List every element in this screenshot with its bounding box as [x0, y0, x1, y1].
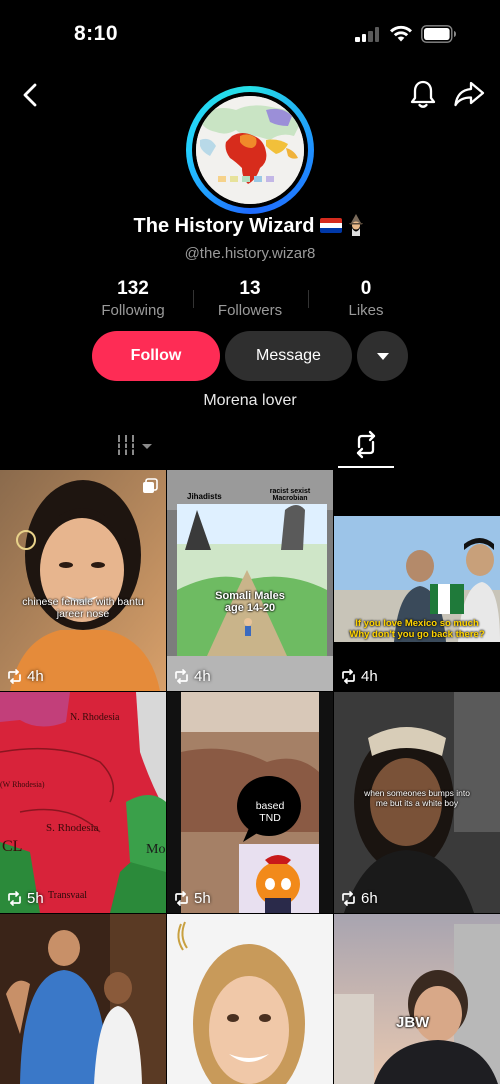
avatar-map-image [196, 96, 304, 204]
video-caption: chinese female with bantu jareer nose [22, 596, 144, 620]
repost-icon [175, 891, 188, 906]
grid-item[interactable] [0, 914, 166, 1084]
map-label: N. Rhodesia [70, 712, 120, 723]
grid-icon [118, 435, 152, 455]
repost-icon [356, 430, 376, 459]
tab-videos[interactable] [115, 432, 155, 458]
stat-followers-count: 13 [239, 278, 261, 299]
stat-followers-label: Followers [217, 302, 283, 319]
share-icon[interactable] [452, 79, 486, 109]
avatar[interactable] [186, 86, 314, 214]
video-caption: when someones bumps into me but its a wh… [364, 788, 470, 808]
repost-icon [342, 669, 355, 684]
repost-info: 5h [6, 890, 44, 907]
profile-bio: Morena lover [203, 392, 297, 409]
repost-info: 6h [340, 890, 378, 907]
stat-likes[interactable]: 0 Likes [311, 278, 421, 319]
repost-time: 5h [194, 890, 211, 907]
profile-stats: 132 Following 13 Followers 0 Likes [0, 278, 500, 322]
video-caption: JBW [396, 1014, 430, 1031]
repost-time: 4h [361, 668, 378, 685]
map-label: Mo [146, 842, 166, 857]
thumbnail-image [0, 470, 166, 691]
grid-item[interactable]: Jihadists racist sexist Macrobian Somali… [167, 470, 333, 691]
stat-followers[interactable]: 13 Followers [195, 278, 305, 319]
stat-likes-count: 0 [360, 278, 372, 299]
thumbnail-image [0, 692, 166, 913]
repost-info: 5h [173, 890, 211, 907]
thumbnail-image [0, 914, 166, 1084]
status-bar: 8:10 [0, 0, 500, 64]
multi-image-icon [143, 478, 158, 493]
repost-time: 6h [361, 890, 378, 907]
repost-time: 5h [27, 890, 44, 907]
grid-item[interactable] [167, 914, 333, 1084]
stat-likes-label: Likes [348, 302, 384, 319]
wizard-emoji-icon [346, 214, 366, 236]
thumbnail-image [334, 470, 500, 691]
repost-time: 4h [194, 668, 211, 685]
tab-reposts[interactable] [338, 425, 394, 468]
follow-button[interactable]: Follow [92, 331, 220, 381]
back-icon[interactable] [18, 81, 44, 109]
repost-icon [175, 669, 188, 684]
repost-icon [342, 891, 355, 906]
grid-item[interactable]: based TND 5h [167, 692, 333, 913]
grid-item[interactable]: when someones bumps into me but its a wh… [334, 692, 500, 913]
stat-following-label: Following [101, 302, 165, 319]
content-tabs [0, 425, 500, 468]
grid-item[interactable]: chinese female with bantu jareer nose 4h [0, 470, 166, 691]
thumbnail-image [167, 914, 333, 1084]
repost-icon [8, 669, 21, 684]
chevron-down-icon [376, 352, 389, 360]
grid-item[interactable]: N. Rhodesia (W Rhodesia) S. Rhodesia CL … [0, 692, 166, 913]
repost-time: 4h [27, 668, 44, 685]
stat-divider [308, 290, 309, 308]
message-button[interactable]: Message [225, 331, 352, 381]
profile-name-row: The History Wizard [0, 214, 500, 238]
stat-following[interactable]: 132 Following [78, 278, 188, 319]
more-options-button[interactable] [357, 331, 408, 381]
battery-icon [421, 25, 456, 43]
video-caption: If you love Mexico so much Why don't you… [349, 618, 485, 640]
status-time: 8:10 [74, 22, 119, 45]
repost-info: 4h [6, 668, 44, 685]
grid-item[interactable]: If you love Mexico so much Why don't you… [334, 470, 500, 691]
wifi-icon [390, 25, 412, 42]
thumbnail-image [167, 470, 333, 691]
map-label: Transvaal [48, 890, 88, 901]
thumbnail-image [167, 692, 333, 913]
stat-divider [193, 290, 194, 308]
caption-top-right: racist sexist Macrobian [269, 488, 311, 502]
stat-following-count: 132 [117, 278, 149, 299]
profile-handle: @the.history.wizar8 [184, 245, 316, 262]
map-label: CL [2, 838, 23, 855]
profile-name: The History Wizard [133, 215, 315, 237]
repost-info: 4h [340, 668, 378, 685]
thumbnail-image [334, 914, 500, 1084]
speech-bubble-text: based TND [255, 800, 285, 824]
video-caption: Somali Males age 14-20 [215, 590, 285, 614]
map-label: S. Rhodesia [46, 822, 99, 834]
active-tab-indicator [338, 466, 394, 468]
repost-info: 4h [173, 668, 211, 685]
paraguay-flag-icon [320, 218, 343, 233]
caption-top-left: Jihadists [187, 492, 222, 501]
grid-item[interactable]: JBW [334, 914, 500, 1084]
bell-icon[interactable] [408, 78, 438, 110]
repost-icon [8, 891, 21, 906]
map-label: (W Rhodesia) [0, 780, 45, 789]
cellular-signal-icon [355, 27, 381, 42]
